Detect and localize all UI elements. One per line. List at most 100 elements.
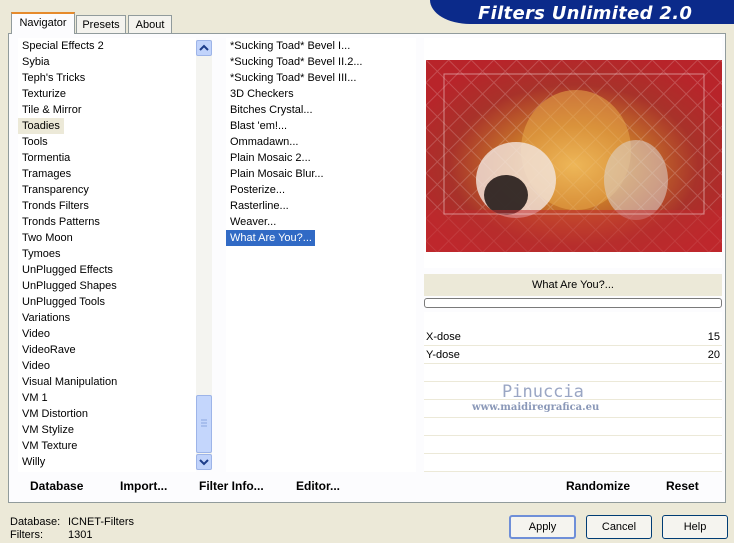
category-item[interactable]: Toadies [18, 118, 196, 134]
randomize-button[interactable]: Randomize [566, 479, 630, 493]
import-button[interactable]: Import... [120, 479, 167, 493]
filter-item[interactable]: *Sucking Toad* Bevel II.2... [226, 54, 416, 70]
category-item-label: Video [22, 360, 50, 372]
filter-item-label: 3D Checkers [230, 88, 294, 100]
category-item-label: Sybia [22, 56, 50, 68]
category-item[interactable]: Tormentia [18, 150, 196, 166]
filter-info-button[interactable]: Filter Info... [199, 479, 264, 493]
reset-button[interactable]: Reset [666, 479, 699, 493]
category-item[interactable]: VideoRave [18, 342, 196, 358]
category-item[interactable]: Teph's Tricks [18, 70, 196, 86]
category-item-label: Tile & Mirror [22, 104, 82, 116]
filter-item-label: Ommadawn... [230, 136, 299, 148]
category-item[interactable]: VM Texture [18, 438, 196, 454]
filter-item-label: Bitches Crystal... [230, 104, 313, 116]
category-item[interactable]: Transparency [18, 182, 196, 198]
category-scrollbar[interactable] [196, 40, 212, 470]
control-x-dose[interactable]: X-dose 15 [424, 328, 722, 346]
category-item[interactable]: Visual Manipulation [18, 374, 196, 390]
category-item-label: UnPlugged Shapes [22, 280, 117, 292]
category-item[interactable]: Tile & Mirror [18, 102, 196, 118]
category-item-label: VM 1 [22, 392, 48, 404]
filter-item-label: *Sucking Toad* Bevel II.2... [230, 56, 363, 68]
category-item-label: Special Effects 2 [22, 40, 104, 52]
progress-bar [424, 298, 722, 308]
filter-item[interactable]: Bitches Crystal... [226, 102, 416, 118]
filter-item[interactable]: Posterize... [226, 182, 416, 198]
category-item[interactable]: UnPlugged Shapes [18, 278, 196, 294]
selected-filter-name: What Are You?... [424, 274, 722, 296]
filter-item[interactable]: *Sucking Toad* Bevel III... [226, 70, 416, 86]
scroll-up-button[interactable] [196, 40, 212, 56]
category-item[interactable]: UnPlugged Effects [18, 262, 196, 278]
category-item[interactable]: Video [18, 358, 196, 374]
filter-item[interactable]: Plain Mosaic 2... [226, 150, 416, 166]
status-filters-value: 1301 [68, 529, 93, 541]
filter-item-label: *Sucking Toad* Bevel III... [230, 72, 357, 84]
filter-item[interactable]: What Are You?... [226, 230, 416, 246]
status-database-label: Database: [10, 516, 61, 528]
scroll-down-button[interactable] [196, 454, 212, 470]
banner-title: Filters Unlimited 2.0 [478, 3, 693, 24]
scroll-thumb[interactable] [196, 395, 212, 453]
filter-item[interactable]: Rasterline... [226, 198, 416, 214]
filter-item-label: What Are You?... [226, 230, 315, 246]
control-value: 20 [707, 349, 720, 361]
chevron-up-icon [199, 44, 209, 51]
help-button[interactable]: Help [662, 515, 728, 539]
control-value: 15 [707, 331, 720, 343]
category-item[interactable]: Tools [18, 134, 196, 150]
cancel-button[interactable]: Cancel [586, 515, 652, 539]
category-item[interactable]: Willy [18, 454, 196, 470]
category-item-label: Tormentia [22, 152, 71, 164]
category-item-label: Tramages [22, 168, 72, 180]
category-item-label: Video [22, 328, 50, 340]
category-item-label: Tools [22, 136, 48, 148]
filter-item-label: *Sucking Toad* Bevel I... [230, 40, 351, 52]
filter-item-label: Rasterline... [230, 200, 289, 212]
tab-presets[interactable]: Presets [76, 15, 126, 33]
filter-item[interactable]: 3D Checkers [226, 86, 416, 102]
preview-image[interactable] [426, 60, 722, 252]
category-item[interactable]: Variations [18, 310, 196, 326]
category-list[interactable]: Special Effects 2 Sybia Teph's Tricks Textu… [18, 38, 196, 472]
category-item[interactable]: Sybia [18, 54, 196, 70]
category-item[interactable]: UnPlugged Tools [18, 294, 196, 310]
filter-item[interactable]: Weaver... [226, 214, 416, 230]
category-item[interactable]: Tronds Patterns [18, 214, 196, 230]
category-item[interactable]: Video [18, 326, 196, 342]
filter-item-label: Plain Mosaic 2... [230, 152, 311, 164]
category-item-label: VM Distortion [22, 408, 89, 420]
editor-button[interactable]: Editor... [296, 479, 340, 493]
category-item[interactable]: VM Stylize [18, 422, 196, 438]
filter-item[interactable]: Ommadawn... [226, 134, 416, 150]
category-item-label: UnPlugged Tools [22, 296, 105, 308]
tab-navigator[interactable]: Navigator [11, 12, 75, 34]
tab-about[interactable]: About [128, 15, 172, 33]
category-item[interactable]: VM 1 [18, 390, 196, 406]
category-item[interactable]: Tramages [18, 166, 196, 182]
category-item-label: Transparency [22, 184, 89, 196]
category-item[interactable]: Tymoes [18, 246, 196, 262]
filter-list[interactable]: *Sucking Toad* Bevel I... *Sucking Toad* … [226, 38, 416, 472]
filter-item-label: Weaver... [230, 216, 277, 228]
filter-item-label: Plain Mosaic Blur... [230, 168, 324, 180]
category-item-label: Texturize [22, 88, 67, 100]
category-item[interactable]: Texturize [18, 86, 196, 102]
filter-item[interactable]: Plain Mosaic Blur... [226, 166, 416, 182]
category-item-label: Visual Manipulation [22, 376, 118, 388]
category-item-label: Teph's Tricks [22, 72, 86, 84]
database-button[interactable]: Database [30, 479, 83, 493]
filter-item-label: Blast 'em!... [230, 120, 288, 132]
category-item[interactable]: Special Effects 2 [18, 38, 196, 54]
category-item-label: UnPlugged Effects [22, 264, 113, 276]
status-filters-label: Filters: [10, 529, 43, 541]
category-item[interactable]: Tronds Filters [18, 198, 196, 214]
category-item[interactable]: Two Moon [18, 230, 196, 246]
apply-button[interactable]: Apply [509, 515, 576, 539]
grip-icon [201, 419, 207, 427]
category-item[interactable]: VM Distortion [18, 406, 196, 422]
filter-item[interactable]: Blast 'em!... [226, 118, 416, 134]
filter-item[interactable]: *Sucking Toad* Bevel I... [226, 38, 416, 54]
control-y-dose[interactable]: Y-dose 20 [424, 346, 722, 364]
